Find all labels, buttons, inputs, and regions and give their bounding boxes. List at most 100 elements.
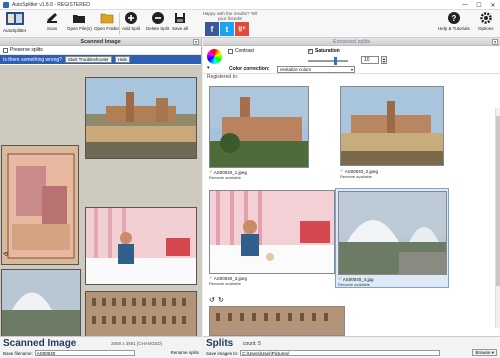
- svg-text:?: ?: [451, 14, 456, 23]
- options-button[interactable]: Options: [478, 11, 494, 31]
- scanned-photo-2[interactable]: [1, 145, 79, 265]
- split-tile-selected[interactable]: ✓ AS00040_4.jpg Rename available: [335, 188, 449, 288]
- split-thumbnail[interactable]: [209, 86, 309, 168]
- logo-icon: [5, 11, 25, 27]
- start-troubleshooter-button[interactable]: Start Troubleshooter: [64, 56, 112, 63]
- split-thumbnail[interactable]: [340, 86, 444, 166]
- scanned-image-title: Scanned Image: [80, 39, 121, 45]
- social-buttons: f t g+: [205, 22, 249, 36]
- scanned-image-footer-title: Scanned Image: [3, 338, 77, 349]
- open-files-label: Open File(s): [67, 26, 92, 31]
- chevron-down-icon[interactable]: ▾: [207, 65, 210, 71]
- troubleshoot-text: Is there something wrong?: [3, 56, 62, 63]
- delete-split-button[interactable]: Delete Split: [146, 11, 169, 31]
- saturation-spinbox[interactable]: 10: [361, 56, 379, 64]
- help-button[interactable]: ? Help & Tutorials: [438, 11, 470, 31]
- logo-label: AutoSplitter: [3, 28, 27, 33]
- slider-thumb[interactable]: [334, 57, 337, 65]
- splits-footer: Splits count: 5 Save images to: Browse ▾: [203, 336, 500, 358]
- add-split-button[interactable]: Add Split: [122, 11, 140, 31]
- title-bar: AutoSplitter v1.8.8 - REGISTERED — ☐ ✕: [0, 0, 500, 10]
- rename-splits-link[interactable]: Rename splits: [170, 350, 199, 355]
- split-thumbnail[interactable]: [338, 191, 447, 275]
- twitter-button[interactable]: t: [220, 22, 234, 36]
- open-files-button[interactable]: Open File(s): [67, 11, 92, 31]
- scanner-icon: [45, 11, 59, 25]
- contrast-checkbox[interactable]: [228, 48, 233, 54]
- options-label: Options: [478, 26, 494, 31]
- scrollbar-thumb[interactable]: [496, 116, 500, 286]
- color-correction-select[interactable]: revitalize colors ▾: [277, 66, 355, 73]
- scan-button[interactable]: Scan: [45, 11, 59, 31]
- base-filename-label: Base filename:: [3, 350, 33, 356]
- saturation-checkbox[interactable]: ✓: [308, 48, 313, 54]
- contrast-option[interactable]: Contrast: [228, 48, 254, 54]
- scanned-image-header: Scanned Image ?: [0, 38, 201, 46]
- app-window: AutoSplitter v1.8.8 - REGISTERED — ☐ ✕ A…: [0, 0, 500, 358]
- minimize-button[interactable]: —: [458, 0, 472, 10]
- color-wheel-icon[interactable]: [207, 49, 222, 64]
- toolbar-separator: [119, 13, 120, 35]
- maximize-button[interactable]: ☐: [472, 0, 486, 10]
- help-label: Help & Tutorials: [438, 26, 470, 31]
- split-filename: AS00040_2.jpeg: [344, 168, 379, 174]
- split-tile[interactable]: ✓ AS00040_3.jpeg Rename available: [209, 190, 335, 286]
- base-filename-row: Base filename:: [3, 350, 135, 356]
- window-title: AutoSplitter v1.8.8 - REGISTERED: [12, 1, 90, 8]
- split-tile[interactable]: ↺ ↻: [209, 296, 349, 336]
- split-thumbnail[interactable]: [209, 190, 335, 274]
- folder-icon: [100, 11, 114, 25]
- add-split-label: Add Split: [122, 26, 141, 31]
- save-path-input[interactable]: [240, 350, 441, 356]
- close-button[interactable]: ✕: [486, 0, 500, 10]
- preserve-splits-checkbox[interactable]: [3, 47, 8, 53]
- extracted-splits-pane: Extracted splits ? ▾ Contrast ✓ Saturati…: [203, 38, 500, 358]
- image-dimensions: 2568 x 3581 [CHANGED]: [110, 341, 162, 346]
- split-rename-status: Rename available: [340, 174, 373, 179]
- scanned-image-footer: Scanned Image 2568 x 3581 [CHANGED] Base…: [0, 336, 202, 358]
- contrast-label: Contrast: [235, 48, 254, 54]
- browse-button[interactable]: Browse ▾: [472, 349, 497, 356]
- split-tile[interactable]: ✓ AS00040_2.jpeg Rename available: [340, 86, 444, 180]
- save-images-label: Save images to:: [206, 350, 239, 356]
- preserve-splits-row[interactable]: Preserve splits: [0, 46, 201, 55]
- split-thumbnail[interactable]: [209, 306, 345, 336]
- scanned-photo-4[interactable]: [1, 269, 81, 345]
- spinner-arrows-icon[interactable]: ▴ ▾: [381, 56, 387, 64]
- rotate-left-icon[interactable]: ↺: [209, 296, 215, 304]
- gear-icon: [479, 11, 493, 25]
- splits-scrollbar[interactable]: [495, 108, 500, 328]
- base-filename-input[interactable]: [34, 350, 135, 356]
- troubleshoot-bar: Is there something wrong? Start Troubles…: [0, 55, 201, 64]
- delete-split-label: Delete Split: [146, 26, 170, 31]
- splits-count: count: 5: [243, 341, 261, 347]
- facebook-button[interactable]: f: [205, 22, 219, 36]
- app-icon: [3, 1, 9, 8]
- save-icon: [173, 11, 187, 25]
- hide-button[interactable]: Hide: [114, 56, 130, 63]
- saturation-option[interactable]: ✓ Saturation: [308, 48, 340, 54]
- google-plus-button[interactable]: g+: [235, 22, 249, 36]
- scanned-photo-1[interactable]: [85, 77, 197, 159]
- rotate-right-icon[interactable]: ↻: [218, 296, 224, 304]
- save-all-button[interactable]: Save all: [172, 11, 188, 31]
- split-tile[interactable]: ✓ AS00040_1.jpeg Rename available: [209, 86, 309, 180]
- plus-circle-icon: [124, 11, 138, 25]
- split-rename-status: Rename available: [209, 175, 242, 180]
- open-folder-label: Open Folder: [94, 26, 120, 31]
- preserve-splits-label: Preserve splits: [10, 47, 43, 53]
- split-filename: AS00040_4.jpg: [342, 276, 374, 282]
- help-icon: ?: [447, 11, 461, 25]
- split-filename: AS00040_1.jpeg: [213, 169, 248, 175]
- adjustments-bar: ▾ Contrast ✓ Saturation 10 ▴ ▾ Color corr…: [203, 46, 500, 74]
- extracted-splits-header: Extracted splits ?: [203, 38, 500, 46]
- scanned-image-canvas[interactable]: ⟲ ⟲: [0, 65, 202, 345]
- happy-text: Happy with the results? Tell your friend…: [202, 11, 258, 21]
- scanned-photo-3[interactable]: [85, 207, 197, 285]
- saturation-slider[interactable]: [308, 57, 348, 65]
- open-folder-button[interactable]: Open Folder: [94, 11, 119, 31]
- rotate-handle-icon[interactable]: ⟲: [3, 251, 8, 258]
- toolbar: AutoSplitter Scan Open File(s) Open Fold…: [0, 10, 500, 38]
- help-small-button[interactable]: ?: [193, 39, 199, 45]
- help-small-button[interactable]: ?: [492, 39, 498, 45]
